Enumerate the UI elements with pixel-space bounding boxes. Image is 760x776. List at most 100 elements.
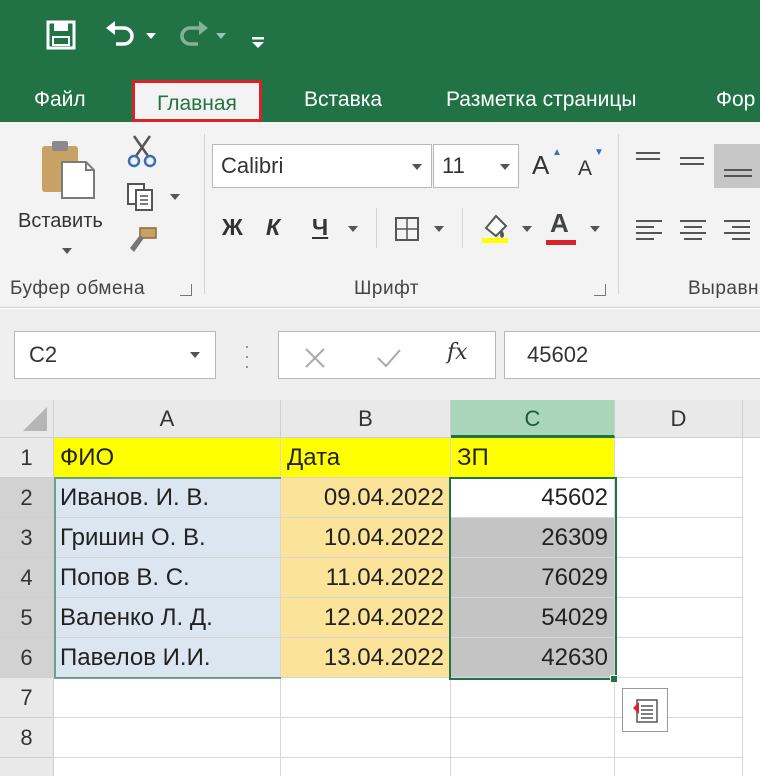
paste-dropdown-icon[interactable] [62,248,72,254]
confirm-entry-icon[interactable] [375,342,403,384]
customize-qat-icon[interactable] [250,28,266,54]
cell-d6[interactable] [615,638,743,678]
tab-file[interactable]: Файл [34,78,86,122]
name-box-dropdown-icon[interactable] [190,352,200,358]
cell-a5[interactable]: Валенко Л. Д. [54,598,281,638]
cell-a8[interactable] [54,718,281,758]
redo-icon[interactable] [176,18,210,54]
cell-d4[interactable] [615,558,743,598]
row-header-2[interactable]: 2 [0,478,54,518]
font-name-dropdown-icon[interactable] [412,164,422,170]
shrink-font-icon[interactable]: A [578,158,592,179]
borders-icon[interactable] [394,216,420,246]
formula-input[interactable]: 45602 [504,331,760,379]
align-center-icon[interactable] [678,218,708,246]
cell-c2[interactable]: 45602 [451,478,615,518]
cell-b4[interactable]: 11.04.2022 [281,558,451,598]
cell-a9[interactable] [54,758,281,776]
cell-b5[interactable]: 12.04.2022 [281,598,451,638]
cell-c1[interactable]: ЗП [451,438,615,478]
select-all-corner[interactable] [0,400,54,438]
quick-analysis-button[interactable] [622,688,668,732]
fill-color-dropdown-icon[interactable] [522,226,532,232]
insert-function-icon[interactable]: fx [447,332,468,374]
cell-d1[interactable] [615,438,743,478]
cell-c9[interactable] [451,758,615,776]
name-box[interactable]: C2 [14,331,216,379]
bold-button[interactable]: Ж [222,216,243,239]
cancel-entry-icon[interactable] [303,342,327,384]
cell-b6[interactable]: 13.04.2022 [281,638,451,678]
cell-b2[interactable]: 09.04.2022 [281,478,451,518]
cell-d2[interactable] [615,478,743,518]
undo-dropdown-icon[interactable] [146,33,156,39]
tab-page-layout[interactable]: Разметка страницы [446,78,637,122]
copy-dropdown-icon[interactable] [170,194,180,200]
font-launcher-icon[interactable] [594,284,606,296]
copy-icon[interactable] [126,182,156,216]
font-size-dropdown-icon[interactable] [500,164,510,170]
font-color-dropdown-icon[interactable] [590,226,600,232]
cell-a7[interactable] [54,678,281,718]
row-header-1[interactable]: 1 [0,438,54,478]
column-header-a[interactable]: A [54,400,281,438]
font-color-icon[interactable]: A [550,210,569,236]
cell-c7[interactable] [451,678,615,718]
align-middle-icon[interactable] [678,154,706,178]
underline-button[interactable]: Ч [312,216,328,239]
align-top-icon[interactable] [634,150,662,174]
cell-b9[interactable] [281,758,451,776]
cell-d5[interactable] [615,598,743,638]
alignment-group-label: Выравн [688,278,760,299]
redo-dropdown-icon[interactable] [216,33,226,39]
cell-c3[interactable]: 26309 [451,518,615,558]
borders-dropdown-icon[interactable] [434,226,444,232]
font-name-box[interactable]: Calibri [212,144,432,188]
paste-label[interactable]: Вставить [18,210,103,233]
cell-c5[interactable]: 54029 [451,598,615,638]
tab-formulas[interactable]: Фор [716,78,755,122]
row-header-5[interactable]: 5 [0,598,54,638]
worksheet-grid[interactable]: A B C D 1 2 3 4 5 6 7 8 ФИО Дата ЗП Иван… [0,400,760,776]
cell-a2[interactable]: Иванов. И. В. [54,478,281,518]
cell-b8[interactable] [281,718,451,758]
column-header-e[interactable] [743,400,760,438]
column-header-d[interactable]: D [615,400,743,438]
cell-c8[interactable] [451,718,615,758]
italic-button[interactable]: К [266,216,280,239]
column-header-c[interactable]: C [451,400,615,438]
format-painter-icon[interactable] [126,226,158,260]
cell-c6[interactable]: 42630 [451,638,615,678]
row-header-4[interactable]: 4 [0,558,54,598]
align-left-icon[interactable] [634,218,664,246]
cell-a4[interactable]: Попов В. С. [54,558,281,598]
cell-b3[interactable]: 10.04.2022 [281,518,451,558]
cell-a3[interactable]: Гришин О. В. [54,518,281,558]
fill-handle[interactable] [610,675,618,683]
undo-icon[interactable] [104,18,138,54]
column-header-b[interactable]: B [281,400,451,438]
row-header-8[interactable]: 8 [0,718,54,758]
tab-home[interactable]: Главная [132,80,262,122]
cell-d3[interactable] [615,518,743,558]
cell-a1[interactable]: ФИО [54,438,281,478]
row-header-6[interactable]: 6 [0,638,54,678]
fill-color-icon[interactable] [478,210,512,248]
save-icon[interactable] [46,20,76,54]
cell-b7[interactable] [281,678,451,718]
align-bottom-button[interactable] [714,144,760,188]
row-header-9[interactable] [0,758,54,776]
paste-icon[interactable] [38,138,100,204]
cell-c4[interactable]: 76029 [451,558,615,598]
cut-icon[interactable] [126,134,158,172]
cell-a6[interactable]: Павелов И.И. [54,638,281,678]
tab-insert[interactable]: Вставка [304,78,382,122]
clipboard-launcher-icon[interactable] [180,284,192,296]
row-header-7[interactable]: 7 [0,678,54,718]
cell-b1[interactable]: Дата [281,438,451,478]
underline-dropdown-icon[interactable] [348,226,358,232]
grow-font-icon[interactable]: A [532,152,549,178]
row-header-3[interactable]: 3 [0,518,54,558]
cell-d9[interactable] [615,758,743,776]
align-right-icon[interactable] [722,218,752,246]
